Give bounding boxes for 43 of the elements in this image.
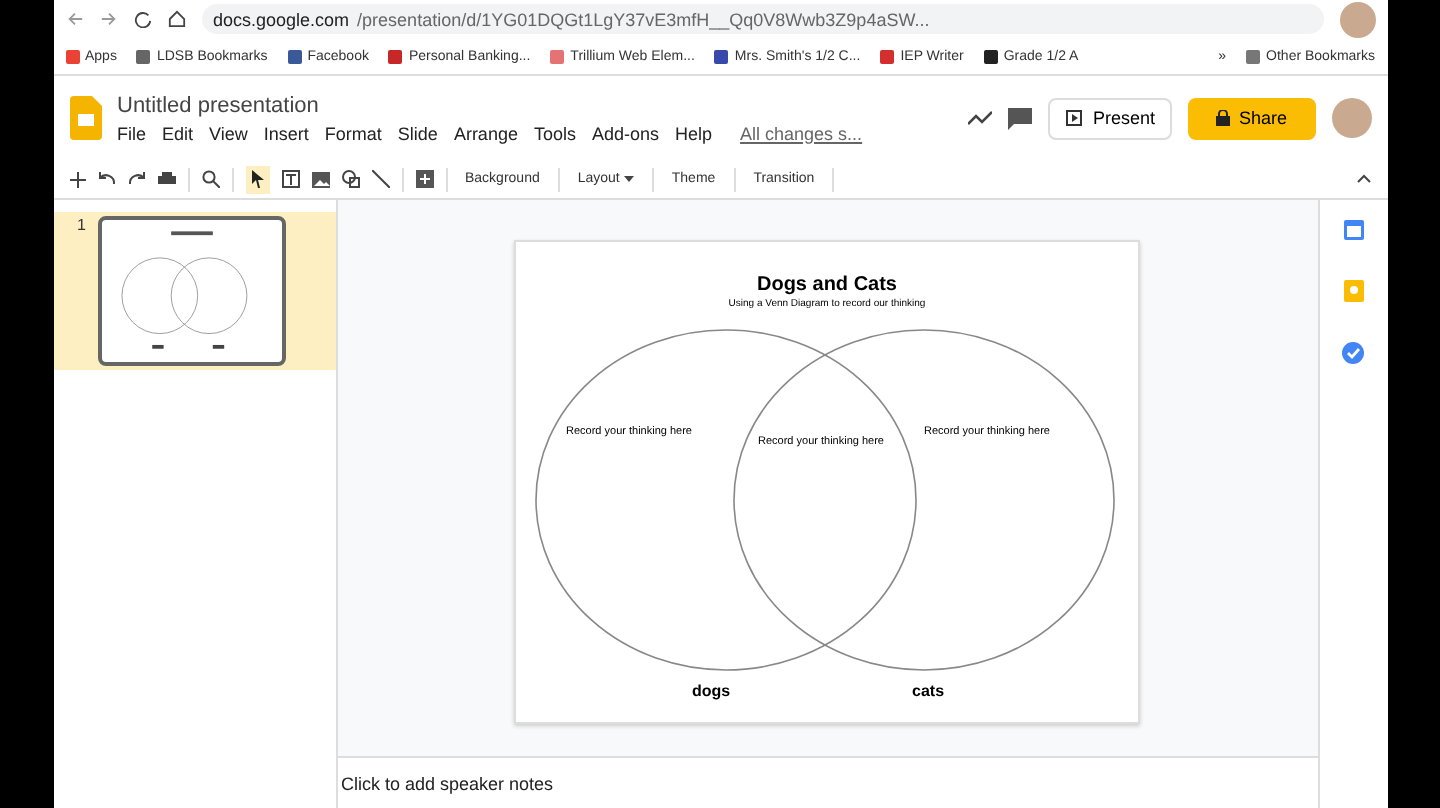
thumbnail-drawing — [121, 231, 248, 349]
venn-label: cats — [912, 682, 945, 700]
address-bar[interactable]: docs.google.com /presentation/d/1YG01DQGt1LgY37vE3mfH__Qq0V8Wwb3Z9p4aSW... — [201, 4, 1323, 34]
save-status-link[interactable]: All changes s... — [740, 123, 863, 143]
menu-item[interactable]: Format — [324, 123, 382, 143]
zoom-icon[interactable] — [201, 170, 219, 188]
lock-icon — [1216, 110, 1231, 126]
menu-item[interactable]: File — [117, 123, 147, 143]
redo-icon[interactable] — [127, 172, 145, 186]
checkmark-circle-icon[interactable] — [1342, 342, 1364, 364]
present-icon — [1066, 110, 1083, 126]
line-icon[interactable] — [371, 170, 389, 188]
menu-item[interactable]: Add-ons — [591, 123, 660, 143]
speaker-notes-field[interactable]: Click to add speaker notes — [341, 773, 554, 793]
slide-number: 1 — [77, 216, 86, 238]
slide-thumbnail[interactable]: 1 — [53, 212, 335, 370]
back-icon[interactable] — [65, 10, 83, 28]
menu-item[interactable]: Tools — [533, 123, 576, 143]
menu-item[interactable]: Slide — [397, 123, 438, 143]
present-button[interactable]: Present — [1048, 97, 1173, 139]
forward-icon[interactable] — [99, 10, 117, 28]
menu-item[interactable]: View — [209, 123, 248, 143]
plus-icon[interactable] — [69, 171, 85, 187]
share-button[interactable]: Share — [1188, 97, 1315, 139]
menu-item[interactable]: Help — [675, 123, 713, 143]
collapse-icon[interactable] — [1355, 174, 1371, 184]
print-icon[interactable] — [157, 171, 175, 187]
menu-item[interactable]: Insert — [263, 123, 309, 143]
select-cursor-icon[interactable] — [245, 165, 269, 193]
document-title[interactable]: Untitled presentation — [117, 93, 953, 117]
menu-item[interactable]: Arrange — [453, 123, 518, 143]
activity-icon[interactable] — [968, 110, 993, 126]
slide-title: Dogs and Cats — [754, 274, 899, 296]
image-icon[interactable] — [311, 171, 329, 187]
home-icon[interactable] — [167, 10, 185, 28]
text-box-icon[interactable] — [281, 170, 299, 188]
reload-icon[interactable] — [133, 10, 151, 28]
shape-icon[interactable] — [341, 170, 359, 188]
menu-item[interactable]: Edit — [162, 123, 194, 143]
comment-icon[interactable] — [1008, 107, 1033, 129]
undo-icon[interactable] — [97, 172, 115, 186]
venn-label: dogs — [692, 682, 731, 700]
add-comment-icon[interactable] — [415, 170, 433, 188]
